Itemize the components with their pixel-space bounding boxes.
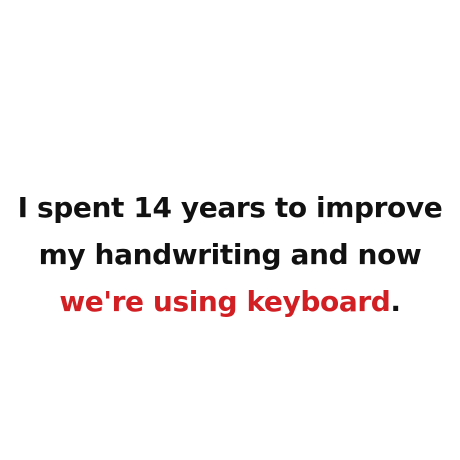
meme-line-3-highlight: we're using keyboard	[59, 285, 391, 318]
meme-line-2: my handwriting and now	[38, 238, 422, 271]
meme-line-3-period: .	[390, 285, 401, 318]
meme-canvas: I spent 14 years to improve my handwriti…	[0, 0, 460, 460]
meme-text: I spent 14 years to improve my handwriti…	[0, 184, 460, 325]
meme-line-1: I spent 14 years to improve	[17, 191, 443, 224]
meme-line-3: we're using keyboard.	[0, 278, 460, 325]
